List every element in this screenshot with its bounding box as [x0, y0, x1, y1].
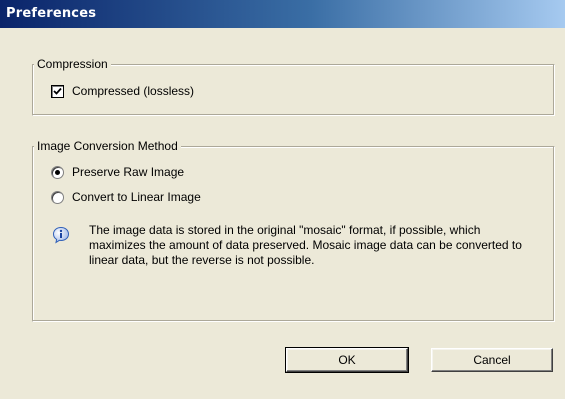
convert-linear-image-label: Convert to Linear Image — [72, 190, 201, 204]
radio-convert-linear-image[interactable]: Convert to Linear Image — [51, 189, 201, 205]
compression-group-legend: Compression — [34, 57, 111, 71]
window-title: Preferences — [6, 6, 97, 21]
ok-button[interactable]: OK — [285, 347, 409, 373]
title-bar[interactable]: Preferences — [0, 0, 565, 28]
checkmark-icon — [53, 87, 62, 95]
info-description: The image data is stored in the original… — [89, 223, 522, 267]
preferences-dialog: Preferences Compression Compressed (loss… — [0, 0, 565, 399]
radio-dot-icon — [55, 169, 60, 175]
image-conversion-group-legend: Image Conversion Method — [34, 139, 181, 153]
radio-button-unselected[interactable] — [51, 190, 64, 204]
checkbox-box[interactable] — [51, 84, 64, 98]
radio-button-selected[interactable] — [51, 165, 64, 179]
preserve-raw-image-label: Preserve Raw Image — [72, 165, 185, 179]
compressed-lossless-label: Compressed (lossless) — [72, 84, 195, 98]
radio-preserve-raw-image[interactable]: Preserve Raw Image — [51, 164, 184, 180]
cancel-button[interactable]: Cancel — [431, 348, 553, 372]
info-icon — [52, 226, 70, 244]
compressed-lossless-checkbox[interactable]: Compressed (lossless) — [51, 83, 194, 99]
